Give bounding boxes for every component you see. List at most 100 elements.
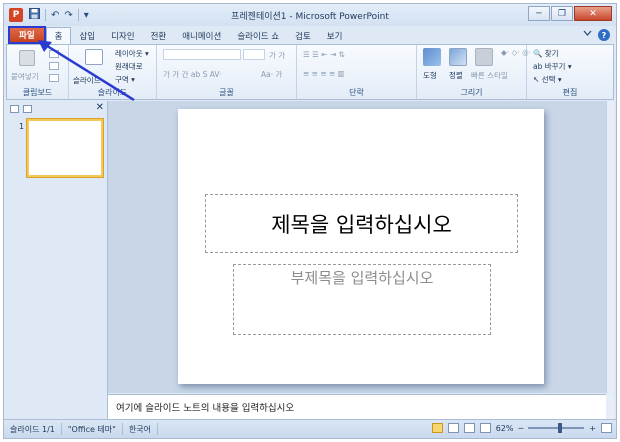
zoom-in-icon[interactable]: + — [589, 424, 596, 433]
new-slide-icon[interactable] — [85, 49, 103, 65]
group-label-slides: 슬라이드 — [97, 88, 128, 97]
qat-separator — [45, 9, 46, 21]
slide-thumbnail[interactable] — [27, 119, 103, 177]
font-style-icons[interactable]: 가 가 간 ab S AV· — [163, 69, 222, 80]
status-bar: 슬라이드 1/1 "Office 테마" 한국어 62% ─ + — [4, 419, 616, 438]
subtitle-placeholder[interactable]: 부제목을 입력하십시오 — [233, 264, 491, 335]
arrange-button[interactable]: 정렬 — [449, 70, 463, 81]
save-icon[interactable] — [29, 8, 40, 22]
layout-button[interactable]: 레이아웃 ▾ — [115, 48, 149, 59]
notes-pane[interactable]: 여기에 슬라이드 노트의 내용을 입력하십시오 — [108, 394, 606, 419]
slides-tab-icon[interactable] — [10, 105, 19, 113]
undo-icon[interactable]: ↶ — [51, 10, 59, 21]
find-button[interactable]: 🔍 찾기 — [533, 48, 559, 59]
find-icon: 🔍 — [533, 49, 543, 58]
font-name-dropdown[interactable] — [163, 49, 241, 60]
group-drawing: 도형 정렬 빠른 스타일 ◆· ◇· ◎· 그리기 — [417, 45, 531, 99]
redo-icon[interactable]: ↷ — [64, 10, 72, 21]
zoom-level[interactable]: 62% — [496, 424, 514, 433]
format-painter-icon[interactable] — [49, 74, 59, 82]
customize-qat-icon[interactable]: ▾ — [84, 10, 89, 21]
close-button[interactable]: ✕ — [574, 6, 612, 21]
ribbon-tabs: 파일 홈 삽입 디자인 전환 애니메이션 슬라이드 쇼 검토 보기 ? — [4, 26, 616, 44]
replace-button[interactable]: ab 바꾸기 ▾ — [533, 61, 572, 72]
title-placeholder[interactable]: 제목을 입력하십시오 — [205, 194, 518, 253]
restore-button[interactable]: ❐ — [551, 6, 573, 21]
vertical-scrollbar[interactable] — [606, 101, 614, 393]
powerpoint-app-icon[interactable]: P — [9, 8, 23, 22]
group-slides: 슬라이드 레이아웃 ▾ 원래대로 구역 ▾ 슬라이드 — [69, 45, 157, 99]
powerpoint-window: P ↶ ↷ ▾ 프레젠테이션1 - Microsoft PowerPoint ─… — [3, 3, 617, 439]
qat-separator — [77, 9, 79, 21]
group-label-paragraph: 단락 — [349, 88, 364, 97]
arrange-icon[interactable] — [449, 48, 467, 66]
quick-styles-icon[interactable] — [475, 48, 493, 66]
replace-icon: ab — [533, 62, 543, 71]
section-button[interactable]: 구역 ▾ — [115, 74, 135, 85]
normal-view-icon[interactable] — [431, 423, 443, 433]
tab-insert[interactable]: 삽입 — [71, 28, 103, 44]
window-title: 프레젠테이션1 - Microsoft PowerPoint — [231, 12, 389, 22]
list-icons[interactable]: ☰ ☰ ⇤ ⇥ ⇅ — [303, 50, 345, 59]
reset-button[interactable]: 원래대로 — [115, 61, 143, 72]
slide-canvas: 제목을 입력하십시오 부제목을 입력하십시오 — [108, 101, 606, 393]
zoom-out-icon[interactable]: ─ — [518, 424, 523, 433]
zoom-slider-knob[interactable] — [558, 423, 563, 433]
new-slide-button[interactable]: 슬라이드 — [73, 75, 101, 86]
copy-icon[interactable] — [49, 62, 59, 70]
find-label: 찾기 — [544, 49, 559, 58]
slide-thumbnails-pane: ✕ 1 — [6, 101, 108, 419]
tabs-right-controls: ? — [583, 29, 610, 41]
group-clipboard: 붙여넣기 클립보드 — [7, 45, 69, 99]
tab-home[interactable]: 홈 — [45, 27, 72, 44]
slide-sorter-view-icon[interactable] — [447, 423, 459, 433]
group-label-editing: 편집 — [562, 88, 578, 97]
fit-slide-icon[interactable] — [601, 423, 612, 433]
quick-styles-button[interactable]: 빠른 스타일 — [471, 70, 508, 81]
paste-icon[interactable] — [19, 50, 35, 66]
help-icon[interactable]: ? — [598, 29, 610, 41]
slide[interactable]: 제목을 입력하십시오 부제목을 입력하십시오 — [178, 109, 544, 384]
select-button[interactable]: ↖ 선택 ▾ — [533, 74, 562, 85]
notes-scrollbar[interactable] — [606, 394, 614, 419]
minimize-ribbon-icon[interactable] — [583, 30, 592, 40]
tab-animations[interactable]: 애니메이션 — [174, 28, 229, 44]
shapes-icon[interactable] — [423, 48, 441, 66]
replace-label: 바꾸기 ▾ — [544, 62, 572, 71]
tab-review[interactable]: 검토 — [287, 28, 319, 44]
shapes-button[interactable]: 도형 — [423, 70, 437, 81]
cut-icon[interactable] — [49, 50, 59, 58]
theme-name[interactable]: "Office 테마" — [62, 423, 123, 435]
title-bar: P ↶ ↷ ▾ 프레젠테이션1 - Microsoft PowerPoint ─… — [4, 4, 616, 26]
reading-view-icon[interactable] — [463, 423, 475, 433]
paste-button[interactable]: 붙여넣기 — [11, 71, 39, 82]
minimize-button[interactable]: ─ — [528, 6, 550, 21]
group-label-clipboard: 클립보드 — [22, 88, 53, 97]
tab-file[interactable]: 파일 — [8, 26, 46, 44]
zoom-slider[interactable] — [528, 423, 585, 433]
tab-slideshow[interactable]: 슬라이드 쇼 — [229, 28, 287, 44]
quick-access-toolbar: ↶ ↷ ▾ — [29, 8, 89, 22]
font-grow-icon[interactable]: 가 가 — [269, 50, 285, 61]
window-controls: ─ ❐ ✕ — [528, 6, 612, 21]
slideshow-view-icon[interactable] — [479, 423, 491, 433]
status-right: 62% ─ + — [431, 423, 612, 433]
align-icons[interactable]: ≡ ≡ ≡ ≡ ▥ — [303, 69, 345, 78]
pane-tabs — [10, 104, 106, 114]
ribbon-home: 붙여넣기 클립보드 슬라이드 레이아웃 ▾ 원래대로 구역 ▾ 슬라이드 가 가… — [6, 44, 614, 100]
tab-transitions[interactable]: 전환 — [143, 28, 175, 44]
group-paragraph: ☰ ☰ ⇤ ⇥ ⇅ ≡ ≡ ≡ ≡ ▥ 단락 — [297, 45, 417, 99]
group-label-font: 글꼴 — [219, 88, 234, 97]
outline-tab-icon[interactable] — [23, 105, 32, 113]
slide-count: 슬라이드 1/1 — [4, 423, 62, 435]
group-font: 가 가 가 가 간 ab S AV· Aa· 가 글꼴 — [157, 45, 297, 99]
font-size-dropdown[interactable] — [243, 49, 265, 60]
language[interactable]: 한국어 — [123, 423, 158, 435]
pane-close-icon[interactable]: ✕ — [96, 102, 104, 113]
tab-view[interactable]: 보기 — [319, 28, 351, 44]
select-icon: ↖ — [533, 75, 540, 84]
select-label: 선택 ▾ — [541, 75, 562, 84]
font-color-icon[interactable]: Aa· 가 — [261, 69, 282, 80]
tab-design[interactable]: 디자인 — [103, 28, 142, 44]
group-editing: 🔍 찾기 ab 바꾸기 ▾ ↖ 선택 ▾ 편집 — [527, 45, 613, 99]
